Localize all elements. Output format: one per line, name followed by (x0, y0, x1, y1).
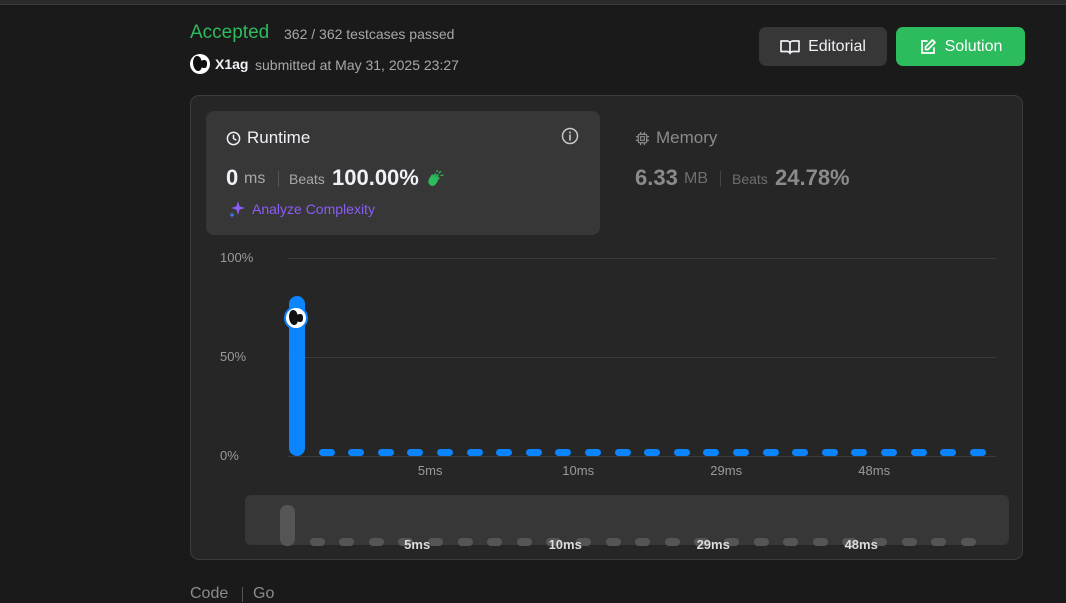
chart-bar (762, 449, 779, 456)
solution-label: Solution (944, 37, 1003, 55)
chart-bar (348, 449, 365, 456)
chart-bar (703, 449, 720, 456)
navigator-tick-label: 29ms (696, 537, 730, 552)
navigator-bar (960, 538, 976, 546)
chart-bar (851, 449, 868, 456)
navigator-tick-label: 48ms (844, 537, 878, 552)
chart-bar (585, 449, 601, 456)
editorial-button[interactable]: Editorial (759, 27, 887, 66)
submission-status: Accepted (190, 22, 270, 43)
navigator-bar (309, 538, 325, 546)
chart-bar (377, 449, 394, 456)
runtime-beats-label: Beats (289, 171, 325, 187)
navigator-bar (605, 538, 621, 546)
navigator-bar (812, 538, 828, 546)
chart-bar (496, 449, 513, 456)
x-tick-label: 29ms (710, 463, 743, 478)
y-tick-label: 0% (220, 448, 239, 463)
runtime-title-label: Runtime (247, 128, 311, 147)
solution-button[interactable]: Solution (896, 27, 1025, 66)
memory-title[interactable]: Memory (635, 128, 717, 148)
navigator-bar (457, 538, 473, 546)
runtime-beats-value: 100.00% (332, 165, 419, 190)
sparkle-icon (229, 201, 245, 218)
book-icon (780, 39, 800, 54)
clap-icon (428, 170, 444, 186)
chart-bar (733, 449, 749, 456)
memory-chip-icon (635, 131, 650, 145)
navigator-tick-label: 5ms (404, 537, 431, 552)
navigator-bar (368, 538, 384, 546)
memory-title-label: Memory (656, 128, 718, 147)
chart-bar (881, 449, 897, 456)
y-tick-label: 50% (220, 349, 247, 364)
user-position-marker[interactable] (284, 305, 308, 330)
memory-beats-value: 24.78% (775, 165, 850, 190)
chart-bar (614, 449, 631, 456)
analyze-complexity-label: Analyze Complexity (252, 201, 375, 217)
gridline (288, 357, 996, 358)
language-label[interactable]: Go (253, 585, 274, 603)
x-tick-label: 48ms (858, 463, 891, 478)
chart-bar (407, 449, 424, 456)
memory-separator (720, 171, 721, 187)
navigator-bar (635, 538, 651, 546)
runtime-title: Runtime (226, 128, 310, 148)
navigator-bar (339, 538, 355, 546)
chart-bar (969, 449, 986, 456)
memory-beats-label: Beats (732, 171, 768, 187)
runtime-separator (278, 171, 279, 187)
gridline (288, 456, 996, 457)
editorial-label: Editorial (808, 37, 866, 55)
gridline (288, 258, 996, 259)
y-tick-label: 100% (220, 250, 254, 265)
analyze-complexity-link[interactable]: Analyze Complexity (228, 200, 375, 218)
navigator-tick-label: 10ms (548, 537, 582, 552)
edit-icon (920, 38, 936, 54)
x-tick-label: 10ms (562, 463, 595, 478)
chart-bar (940, 449, 957, 456)
chart-bar (644, 449, 661, 456)
chart-bar (792, 449, 809, 456)
chart-bar (466, 449, 483, 456)
clock-icon (226, 131, 241, 145)
chart-bar (555, 449, 572, 456)
chart-bar (318, 449, 335, 456)
runtime-value: 0 (226, 165, 239, 190)
chart-bar (437, 449, 453, 456)
navigator-bar (901, 538, 917, 546)
runtime-unit: ms (244, 170, 266, 187)
navigator-bar (783, 538, 799, 546)
navigator-bar (280, 505, 295, 546)
memory-value: 6.33 (635, 165, 678, 190)
navigator-bar (487, 538, 503, 546)
navigator-bar (664, 538, 680, 546)
chart-bar (525, 449, 542, 456)
x-tick-label: 5ms (417, 463, 443, 478)
chart-bar (673, 449, 690, 456)
chart-range-navigator[interactable] (245, 495, 1009, 545)
navigator-bar (931, 538, 947, 546)
code-label: Code (190, 585, 229, 602)
top-border (0, 0, 1066, 5)
user-avatar[interactable] (190, 54, 210, 74)
chart-bar (821, 449, 838, 456)
navigator-bar (753, 538, 769, 546)
navigator-bar (428, 538, 443, 546)
info-icon[interactable] (561, 127, 579, 145)
submission-time: submitted at May 31, 2025 23:27 (255, 57, 459, 73)
testcases-passed: 362 / 362 testcases passed (284, 26, 455, 42)
memory-unit: MB (684, 170, 708, 187)
chart-bar (910, 449, 927, 456)
code-separator (242, 587, 243, 602)
username[interactable]: X1ag (215, 56, 248, 72)
navigator-bar (516, 538, 532, 546)
